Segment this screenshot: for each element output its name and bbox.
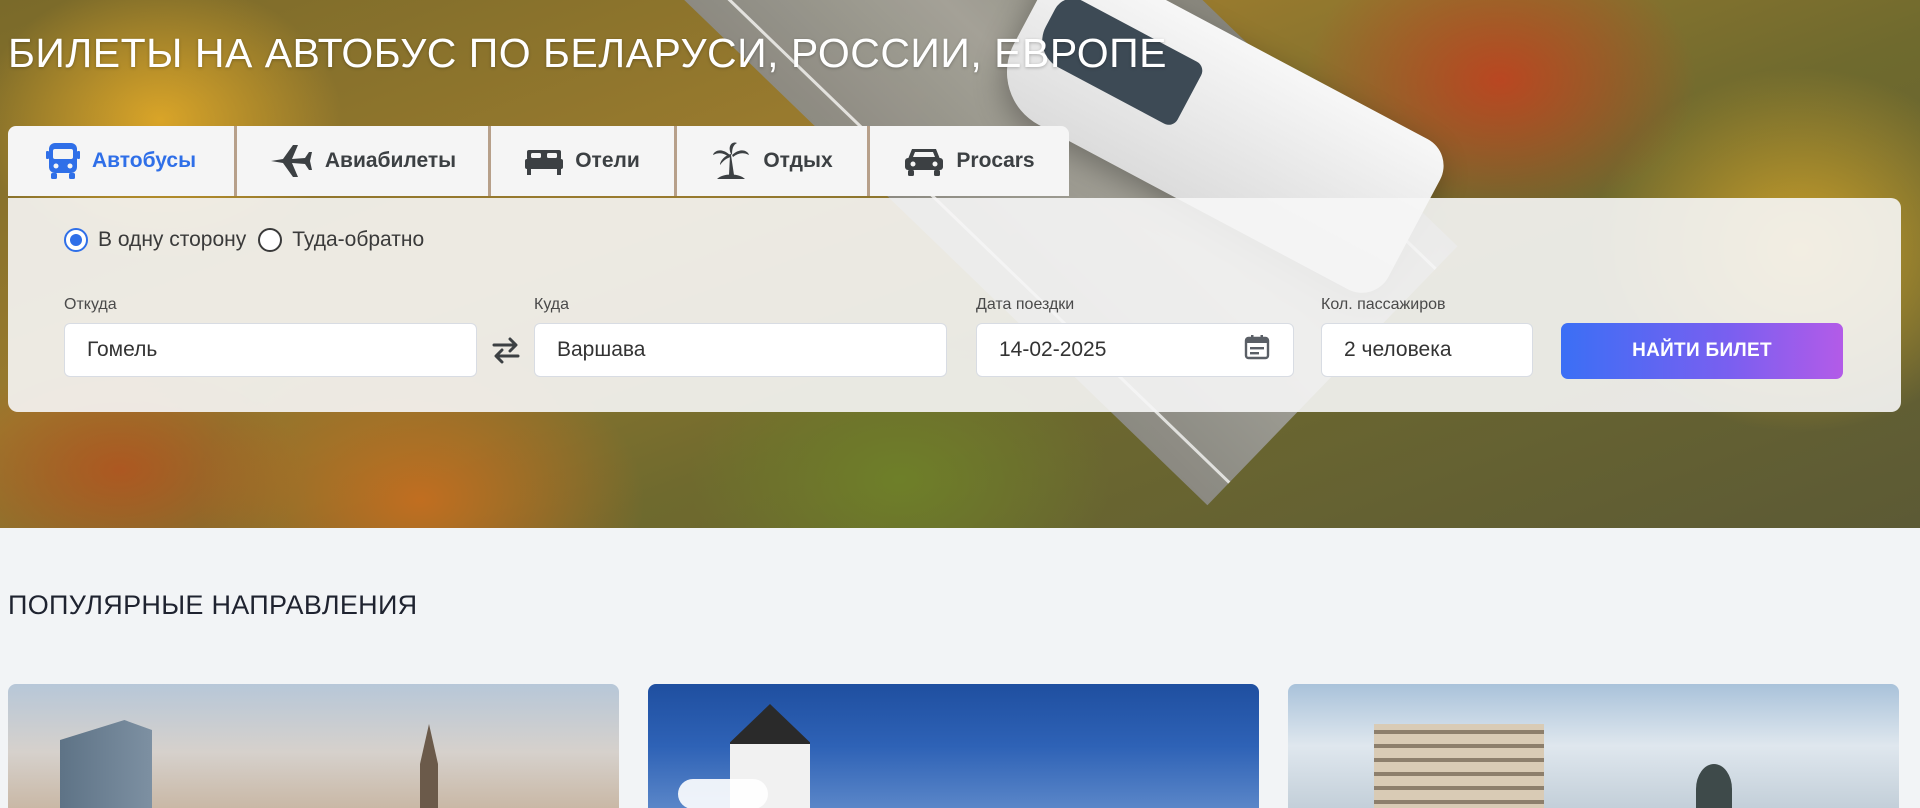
popular-destinations-title: ПОПУЛЯРНЫЕ НАПРАВЛЕНИЯ: [8, 590, 418, 620]
bus-icon: [45, 141, 80, 181]
trip-type-group: В одну сторону Туда-обратно: [64, 228, 436, 252]
tab-flights[interactable]: Авиабилеты: [237, 126, 491, 196]
palm-tree-icon: [711, 141, 751, 181]
hero-banner: БИЛЕТЫ НА АВТОБУС ПО БЕЛАРУСИ, РОССИИ, Е…: [0, 0, 1920, 528]
date-input[interactable]: 14-02-2025: [976, 323, 1294, 377]
date-label: Дата поездки: [976, 296, 1075, 313]
find-ticket-button[interactable]: НАЙТИ БИЛЕТ: [1561, 323, 1843, 379]
airplane-icon: [269, 143, 313, 179]
page-title: БИЛЕТЫ НА АВТОБУС ПО БЕЛАРУСИ, РОССИИ, Е…: [8, 30, 1167, 76]
to-label: Куда: [534, 296, 570, 313]
car-icon: [904, 145, 944, 177]
from-input[interactable]: Гомель: [64, 323, 477, 377]
destination-card[interactable]: [648, 684, 1259, 808]
passengers-input[interactable]: 2 человека: [1321, 323, 1533, 377]
apartment-building-image: [1374, 724, 1544, 808]
round-trip-label: Туда-обратно: [292, 228, 425, 251]
to-input[interactable]: Варшава: [534, 323, 947, 377]
tab-procars[interactable]: Procars: [870, 126, 1069, 196]
radio-selected-indicator[interactable]: [64, 228, 88, 252]
destination-card[interactable]: [8, 684, 619, 808]
tab-buses-label: Автобусы: [91, 149, 197, 172]
service-tabs: Автобусы Авиабилеты Отели Отдых Procars: [8, 126, 1069, 196]
tab-buses[interactable]: Автобусы: [8, 126, 237, 196]
radio-unselected-indicator[interactable]: [258, 228, 283, 252]
tower-spire-image: [420, 724, 438, 808]
monument-image: [1696, 764, 1732, 808]
tab-hotels[interactable]: Отели: [491, 126, 677, 196]
tab-vacation-label: Отдых: [763, 149, 833, 172]
destination-card[interactable]: [1288, 684, 1899, 808]
round-trip-radio[interactable]: Туда-обратно: [258, 228, 424, 252]
to-value: Варшава: [557, 338, 646, 361]
tab-hotels-label: Отели: [575, 149, 640, 172]
one-way-radio[interactable]: В одну сторону: [64, 228, 246, 252]
date-value: 14-02-2025: [999, 338, 1107, 361]
swap-direction-button[interactable]: [490, 334, 522, 366]
city-skyline-image: [60, 720, 152, 808]
calendar-icon[interactable]: [1243, 333, 1271, 367]
cloud-image: [678, 779, 768, 808]
tab-vacation[interactable]: Отдых: [677, 126, 870, 196]
passengers-label: Кол. пассажиров: [1321, 296, 1446, 313]
swap-arrows-icon: [490, 337, 522, 370]
from-value: Гомель: [87, 338, 158, 361]
from-label: Откуда: [64, 296, 117, 313]
one-way-label: В одну сторону: [98, 228, 247, 251]
passengers-value: 2 человека: [1344, 338, 1452, 361]
tab-flights-label: Авиабилеты: [324, 149, 457, 172]
tab-procars-label: Procars: [956, 149, 1035, 172]
bed-icon: [525, 146, 564, 176]
search-panel: В одну сторону Туда-обратно Откуда Гомел…: [8, 198, 1901, 412]
